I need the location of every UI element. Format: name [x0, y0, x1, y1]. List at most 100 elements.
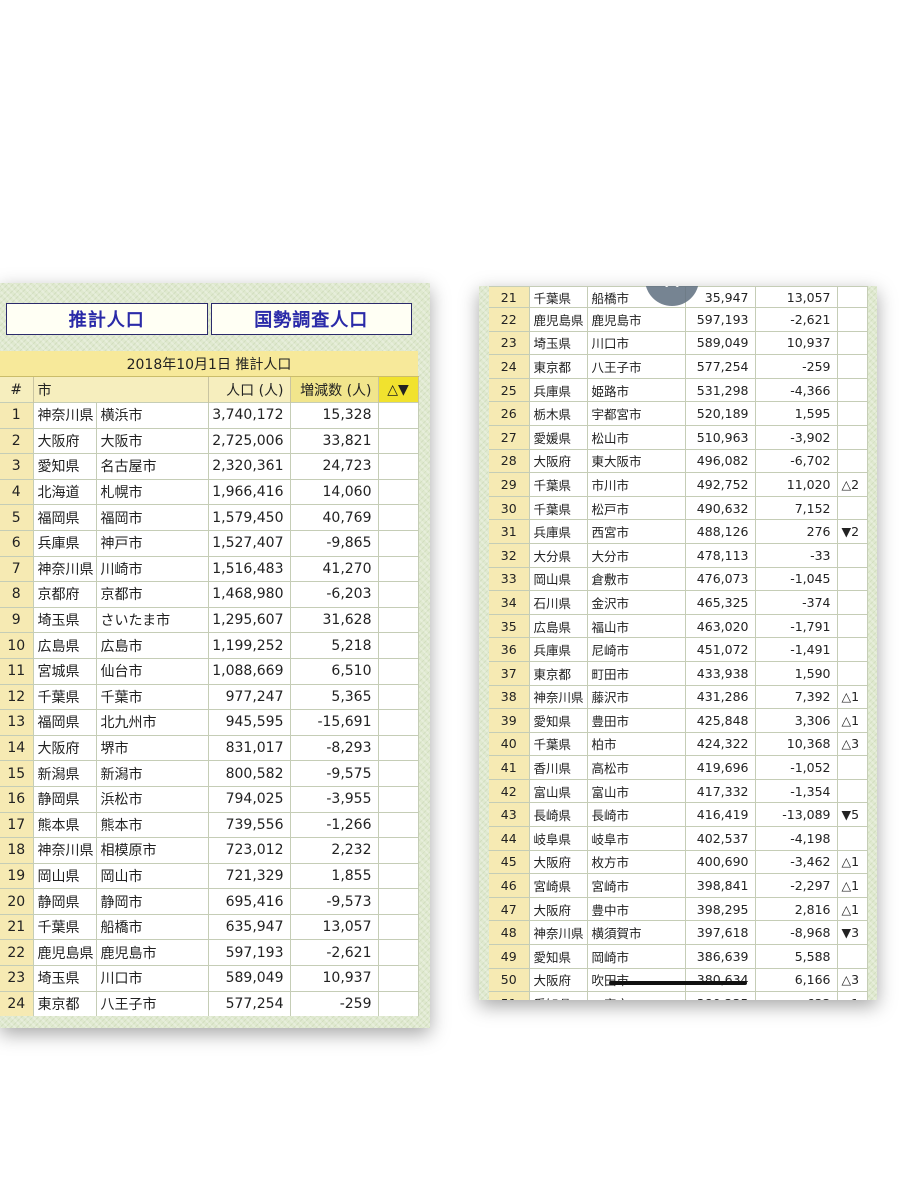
- city-cell: 長崎市: [587, 802, 686, 827]
- population-cell: 402,537: [685, 826, 756, 851]
- rank-change-cell: △1: [837, 896, 868, 921]
- prefecture-cell: 宮崎県: [529, 873, 588, 898]
- rank-change-cell: △3: [837, 731, 868, 756]
- table-row: 50大阪府吹田市380,6346,166△3: [489, 967, 868, 992]
- rank-change-cell: ▼2: [837, 519, 868, 544]
- city-cell: 藤沢市: [587, 684, 686, 709]
- change-cell: -9,573: [290, 888, 379, 915]
- table-row: 15 新潟県 新潟市 800,582 -9,575: [0, 760, 419, 787]
- rank-change-cell: [378, 811, 419, 838]
- row-number: 49: [489, 944, 530, 969]
- rank-change-cell: [837, 613, 868, 638]
- row-number: 3: [0, 453, 34, 480]
- rank-change-cell: [837, 590, 868, 615]
- rank-change-cell: [837, 424, 868, 450]
- population-cell: 488,126: [685, 519, 756, 544]
- header-change[interactable]: 増減数 (人): [290, 376, 379, 403]
- city-cell: 岐阜市: [587, 826, 686, 851]
- change-cell: -15,691: [290, 709, 379, 736]
- rank-change-cell: [837, 401, 868, 426]
- change-cell: 6,166: [755, 967, 838, 992]
- change-cell: 1,855: [290, 862, 379, 889]
- city-cell: 堺市: [96, 734, 209, 761]
- population-cell: 977,247: [208, 683, 291, 710]
- table-row: 2 大阪府 大阪市 2,725,006 33,821: [0, 427, 419, 454]
- population-cell: 721,329: [208, 862, 291, 889]
- rank-change-cell: [378, 709, 419, 736]
- city-cell: 大阪市: [96, 427, 209, 454]
- change-cell: -259: [290, 990, 379, 1017]
- population-cell: 597,193: [685, 307, 756, 332]
- change-cell: 1,590: [755, 660, 838, 685]
- change-cell: -6,702: [755, 448, 838, 473]
- change-cell: -4,366: [755, 377, 838, 402]
- rank-change-cell: [378, 785, 419, 812]
- table-row: 11 宮城県 仙台市 1,088,669 6,510: [0, 657, 419, 685]
- population-cell: 465,325: [685, 590, 756, 615]
- prefecture-cell: 愛媛県: [529, 424, 588, 450]
- prefecture-cell: 千葉県: [529, 495, 588, 520]
- city-cell: 大分市: [587, 542, 686, 568]
- tab-estimated-population[interactable]: 推計人口: [6, 303, 208, 335]
- city-cell: 鹿児島市: [96, 939, 209, 966]
- rank-change-cell: [378, 478, 419, 505]
- row-number: 19: [0, 862, 34, 889]
- table-row: 5 福岡県 福岡市 1,579,450 40,769: [0, 504, 419, 531]
- header-rank-change[interactable]: △▼: [378, 376, 419, 403]
- prefecture-cell: 愛知県: [529, 944, 588, 969]
- population-cell: 1,199,252: [208, 632, 291, 659]
- table-row: 19 岡山県 岡山市 721,329 1,855: [0, 862, 419, 889]
- rank-change-cell: [378, 990, 419, 1017]
- tab-census-population[interactable]: 国勢調査人口: [210, 303, 412, 335]
- city-cell: 市川市: [587, 472, 686, 497]
- table-row: 46 宮崎県 宮崎市 398,841 -2,297 △1: [489, 873, 868, 898]
- row-number: 14: [0, 734, 34, 761]
- row-number: 12: [0, 683, 34, 710]
- row-number: 45: [489, 849, 530, 874]
- prefecture-cell: 神奈川県: [529, 684, 588, 709]
- header-population[interactable]: 人口 (人): [208, 376, 291, 403]
- change-cell: -2,297: [755, 873, 838, 898]
- row-number: 7: [0, 555, 34, 582]
- row-number: 16: [0, 785, 34, 812]
- prefecture-cell: 東京都: [33, 990, 97, 1017]
- table-row: 39 愛知県 豊田市 425,848 3,306 △1: [489, 708, 868, 733]
- city-cell: 福岡市: [96, 504, 209, 531]
- table-row: 27 愛媛県 松山市 510,963 -3,902: [489, 424, 868, 450]
- row-number: 23: [0, 965, 34, 992]
- prefecture-cell: 広島県: [529, 613, 588, 638]
- header-city: 市: [33, 376, 209, 403]
- rank-change-cell: [837, 448, 868, 473]
- rank-change-cell: [837, 495, 868, 520]
- population-cell: 380,634: [685, 967, 756, 992]
- population-cell: 723,012: [208, 837, 291, 864]
- rank-change-cell: △1: [837, 873, 868, 898]
- row-number: 41: [489, 755, 530, 780]
- city-cell: 浜松市: [96, 785, 209, 812]
- city-cell: 金沢市: [587, 590, 686, 615]
- population-cell: 431,286: [685, 684, 756, 709]
- row-number: 47: [489, 896, 530, 921]
- rank-change-cell: [837, 307, 868, 332]
- row-number: 5: [0, 504, 34, 531]
- rank-change-cell: [837, 660, 868, 685]
- table-row: 40 千葉県 柏市 424,322 10,368 △3: [489, 731, 868, 756]
- prefecture-cell: 北海道: [33, 478, 97, 505]
- chevron-up-icon: ^: [662, 286, 682, 303]
- rank-change-cell: [378, 913, 419, 940]
- row-number: 32: [489, 542, 530, 568]
- table-row: 24 東京都 八王子市 577,254 -259: [489, 354, 868, 379]
- change-cell: -3,462: [755, 849, 838, 874]
- change-cell: -6,203: [290, 581, 379, 608]
- table-row: 24 東京都 八王子市 577,254 -259: [0, 990, 419, 1017]
- change-cell: 6,510: [290, 657, 379, 685]
- prefecture-cell: 大阪府: [529, 967, 588, 992]
- table-row: 8 京都府 京都市 1,468,980 -6,203: [0, 581, 419, 608]
- rank-change-cell: [837, 637, 868, 662]
- row-number: 24: [0, 990, 34, 1017]
- table-row: 18 神奈川県 相模原市 723,012 2,232: [0, 837, 419, 864]
- row-number: 33: [489, 566, 530, 591]
- prefecture-cell: 鹿児島県: [529, 307, 588, 332]
- rank-change-cell: [837, 354, 868, 379]
- rank-change-cell: [378, 504, 419, 531]
